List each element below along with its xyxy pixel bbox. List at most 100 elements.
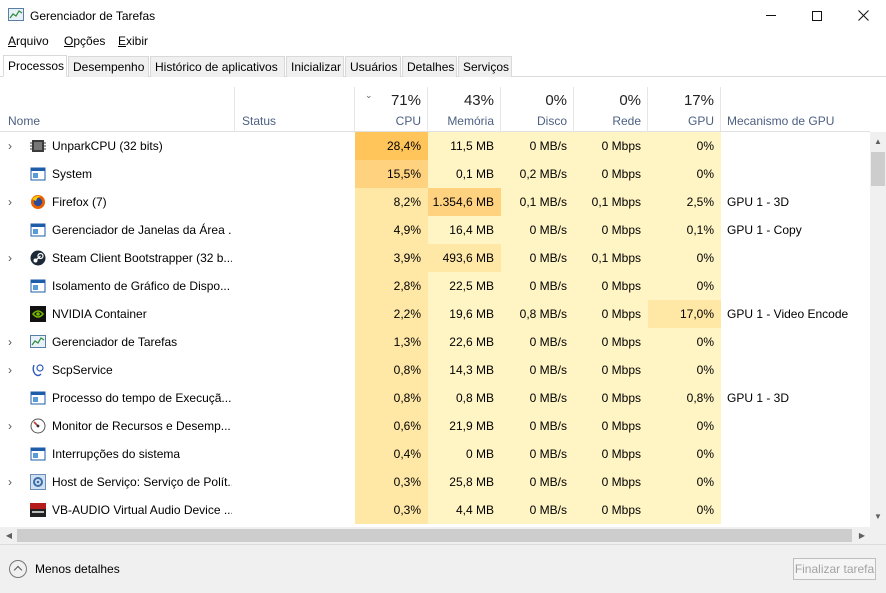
cell-disk: 0,8 MB/s	[501, 300, 574, 328]
cell-cpu: 0,3%	[355, 468, 428, 496]
cell-gpu: 0%	[648, 496, 721, 524]
column-header-status[interactable]: Status	[235, 87, 355, 132]
cell-cpu: 28,4%	[355, 132, 428, 160]
minimize-icon	[766, 15, 776, 16]
expand-chevron-icon[interactable]: ›	[8, 328, 18, 356]
expand-chevron-icon[interactable]: ›	[8, 412, 18, 440]
table-row[interactable]: System 15,5% 0,1 MB 0,2 MB/s 0 Mbps 0%	[0, 160, 870, 188]
table-row[interactable]: › Gerenciador de Tarefas 1,3% 22,6 MB 0 MB/s…	[0, 328, 870, 356]
cell-disk: 0 MB/s	[501, 384, 574, 412]
expand-chevron-icon[interactable]: ›	[8, 132, 18, 160]
maximize-button[interactable]	[794, 0, 840, 31]
column-header-gpu[interactable]: 17% GPU	[648, 87, 721, 132]
process-name: Monitor de Recursos e Desemp...	[52, 419, 231, 433]
vertical-scrollbar[interactable]: ▲ ▼	[870, 132, 886, 527]
table-row[interactable]: Processo do tempo de Execuçã... 0,8% 0,8 M…	[0, 384, 870, 412]
expand-chevron-icon[interactable]: ›	[8, 468, 18, 496]
minimize-button[interactable]	[748, 0, 794, 31]
table-row[interactable]: Gerenciador de Janelas da Área ... 4,9% 16…	[0, 216, 870, 244]
cell-gpu: 0%	[648, 440, 721, 468]
cell-memory: 493,6 MB	[428, 244, 501, 272]
cell-gpu-engine: GPU 1 - Video Encode	[727, 307, 849, 321]
gear-icon	[30, 474, 46, 490]
column-header-network[interactable]: 0% Rede	[574, 87, 648, 132]
cell-network: 0,1 Mbps	[574, 188, 648, 216]
system-window-icon	[30, 167, 46, 181]
cell-gpu: 0%	[648, 244, 721, 272]
process-table: Nome Status ⌄ 71% CPU 43% Memória 0% Dis…	[0, 87, 870, 527]
cell-disk: 0 MB/s	[501, 272, 574, 300]
table-row[interactable]: Isolamento de Gráfico de Dispo... 2,8% 22,…	[0, 272, 870, 300]
cell-cpu: 2,2%	[355, 300, 428, 328]
cell-memory: 14,3 MB	[428, 356, 501, 384]
table-row[interactable]: › Monitor de Recursos e Desemp... 0,6% 21,9…	[0, 412, 870, 440]
cell-memory: 16,4 MB	[428, 216, 501, 244]
cell-memory: 0 MB	[428, 440, 501, 468]
cell-network: 0 Mbps	[574, 328, 648, 356]
cell-network: 0 Mbps	[574, 356, 648, 384]
process-name: Gerenciador de Tarefas	[52, 335, 178, 349]
table-row[interactable]: VB-AUDIO Virtual Audio Device ... 0,3% 4,4…	[0, 496, 870, 524]
cell-gpu: 2,5%	[648, 188, 721, 216]
table-row[interactable]: › Host de Serviço: Serviço de Polít... 0,3…	[0, 468, 870, 496]
vertical-scroll-thumb[interactable]	[871, 152, 885, 186]
system-window-icon	[30, 391, 46, 405]
process-name: System	[52, 167, 93, 181]
table-row[interactable]: › UnparkCPU (32 bits) 28,4% 11,5 MB 0 MB/s 0 …	[0, 132, 870, 160]
cell-disk: 0 MB/s	[501, 244, 574, 272]
expand-chevron-icon[interactable]: ›	[8, 244, 18, 272]
close-button[interactable]	[840, 0, 886, 31]
column-header-cpu[interactable]: ⌄ 71% CPU	[355, 87, 428, 132]
cell-gpu-engine: GPU 1 - 3D	[727, 391, 790, 405]
column-header-disk[interactable]: 0% Disco	[501, 87, 574, 132]
scp-service-icon	[32, 364, 44, 377]
cell-network: 0 Mbps	[574, 160, 648, 188]
horizontal-scrollbar[interactable]: ◀ ▶	[0, 527, 886, 544]
column-header-name[interactable]: Nome	[0, 87, 235, 132]
cell-disk: 0 MB/s	[501, 468, 574, 496]
menu-arquivo[interactable]: Arquivo	[8, 34, 49, 48]
cell-gpu: 0%	[648, 356, 721, 384]
less-details-link[interactable]: Menos detalhes	[35, 562, 120, 576]
table-row[interactable]: Interrupções do sistema 0,4% 0 MB 0 MB/s 0 M…	[0, 440, 870, 468]
menu-opcoes[interactable]: Opções	[64, 34, 105, 48]
tab-inicializar[interactable]: Inicializar	[286, 56, 344, 77]
process-name: Isolamento de Gráfico de Dispo...	[52, 279, 231, 293]
table-row[interactable]: › Firefox (7) 8,2% 1.354,6 MB 0,1 MB/s 0,1 Mb…	[0, 188, 870, 216]
cell-network: 0 Mbps	[574, 384, 648, 412]
table-row[interactable]: › Steam Client Bootstrapper (32 b... 3,9% 4…	[0, 244, 870, 272]
column-header-gpu-engine[interactable]: Mecanismo de GPU	[721, 87, 870, 132]
cell-disk: 0 MB/s	[501, 496, 574, 524]
menu-exibir[interactable]: Exibir	[118, 34, 148, 48]
tab-usuarios[interactable]: Usuários	[345, 56, 401, 77]
tab-detalhes[interactable]: Detalhes	[402, 56, 457, 77]
tab-processos[interactable]: Processos	[3, 55, 67, 77]
process-name: Interrupções do sistema	[52, 447, 181, 461]
system-window-icon	[30, 447, 46, 461]
scroll-up-icon[interactable]: ▲	[870, 134, 886, 150]
cell-cpu: 15,5%	[355, 160, 428, 188]
column-status-label: Status	[242, 114, 277, 128]
scroll-right-icon[interactable]: ▶	[854, 527, 870, 544]
horizontal-scroll-thumb[interactable]	[17, 529, 852, 542]
chevron-up-icon[interactable]	[9, 560, 27, 578]
table-row[interactable]: NVIDIA Container 2,2% 19,6 MB 0,8 MB/s 0 Mbp…	[0, 300, 870, 328]
end-task-button[interactable]: Finalizar tarefa	[793, 558, 876, 580]
expand-chevron-icon[interactable]: ›	[8, 356, 18, 384]
tab-servicos[interactable]: Serviços	[458, 56, 512, 77]
resource-monitor-icon	[30, 418, 46, 434]
steam-icon	[30, 250, 46, 266]
expand-chevron-icon[interactable]: ›	[8, 188, 18, 216]
tab-desempenho[interactable]: Desempenho	[68, 56, 149, 77]
system-window-icon	[30, 279, 46, 293]
scroll-left-icon[interactable]: ◀	[1, 527, 17, 544]
column-gpu-engine-label: Mecanismo de GPU	[727, 114, 835, 128]
column-header-memory[interactable]: 43% Memória	[428, 87, 501, 132]
column-memory-label: Memória	[447, 114, 494, 128]
cell-gpu: 0,8%	[648, 384, 721, 412]
scroll-down-icon[interactable]: ▼	[870, 509, 886, 525]
table-row[interactable]: › ScpService 0,8% 14,3 MB 0 MB/s 0 Mbps 0%	[0, 356, 870, 384]
memory-total-percent: 43%	[463, 92, 494, 109]
tab-historico-aplicativos[interactable]: Histórico de aplicativos	[150, 56, 285, 77]
cell-memory: 22,5 MB	[428, 272, 501, 300]
